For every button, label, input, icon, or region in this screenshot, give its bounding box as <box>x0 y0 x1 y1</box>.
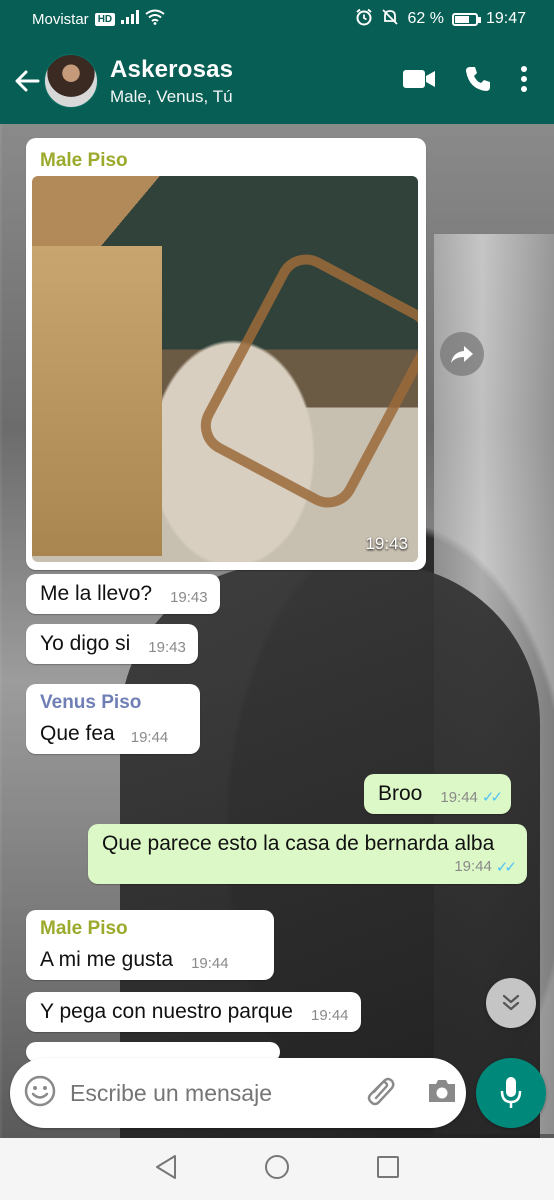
paperclip-icon <box>367 1077 395 1105</box>
message-time: 19:44 <box>310 1007 349 1024</box>
chat-participants: Male, Venus, Tú <box>110 86 233 106</box>
video-camera-icon <box>403 69 435 88</box>
video-call-button[interactable] <box>402 68 436 95</box>
message-bubble[interactable]: Me la llevo? 19:43 <box>26 574 220 614</box>
circle-home-icon <box>265 1154 289 1179</box>
message-text: Y pega con nuestro parque <box>40 1000 293 1023</box>
back-arrow-icon <box>15 70 40 92</box>
forward-button[interactable] <box>440 332 484 376</box>
mute-bell-icon <box>381 8 399 31</box>
camera-button[interactable] <box>426 1077 458 1110</box>
voice-call-button[interactable] <box>464 65 492 98</box>
message-time: 19:44 <box>454 858 492 875</box>
message-time: 19:43 <box>170 589 208 606</box>
microphone-icon <box>500 1077 522 1108</box>
message-photo[interactable]: 19:43 <box>32 176 418 562</box>
avatar[interactable] <box>44 54 98 108</box>
message-text: Que fea <box>40 722 115 745</box>
message-text: Me la llevo? <box>40 582 153 605</box>
hd-badge: HD <box>94 12 116 26</box>
message-bubble[interactable]: Yo digo si 19:43 <box>26 624 198 664</box>
voice-message-button[interactable] <box>476 1058 546 1128</box>
status-left: Movistar HD <box>32 9 165 29</box>
system-nav-bar <box>0 1138 554 1200</box>
scroll-to-bottom-button[interactable] <box>486 978 536 1028</box>
nav-back-button[interactable] <box>154 1154 178 1185</box>
battery-percent: 62 % <box>407 10 444 27</box>
image-message[interactable]: Male Piso 19:43 <box>26 138 426 570</box>
message-text: Yo digo si <box>40 632 131 655</box>
chat-header: Askerosas Male, Venus, Tú <box>0 38 554 124</box>
back-button[interactable] <box>12 61 42 101</box>
message-text: A mi me gusta <box>40 948 174 971</box>
message-bubble[interactable]: Y pega con nuestro parque 19:44 <box>26 992 361 1032</box>
message-composer <box>10 1058 466 1128</box>
outgoing-message-bubble[interactable]: Que parece esto la casa de bernarda alba… <box>88 824 527 884</box>
message-time: 19:44 <box>130 729 169 746</box>
message-text: Que parece esto la casa de bernarda alba <box>102 832 495 855</box>
outgoing-message-bubble[interactable]: Broo 19:44 ✓✓ <box>364 774 512 814</box>
alarm-icon <box>355 8 373 31</box>
read-ticks-icon: ✓✓ <box>495 859 517 876</box>
photo-box-shape <box>32 246 162 556</box>
attach-button[interactable] <box>366 1075 396 1112</box>
signal-icon <box>121 10 140 28</box>
message-time: 19:43 <box>365 534 408 553</box>
header-actions <box>402 65 528 98</box>
message-bubble[interactable]: Male Piso A mi me gusta 19:44 <box>26 910 274 980</box>
composer-actions <box>366 1075 458 1112</box>
message-time: 19:44 <box>440 789 478 806</box>
message-bubble[interactable]: Venus Piso Que fea 19:44 <box>26 684 200 754</box>
emoji-button[interactable] <box>24 1075 56 1112</box>
message-text: Broo <box>378 782 423 805</box>
chat-title: Askerosas <box>110 55 234 83</box>
phone-icon <box>466 66 490 91</box>
more-vertical-icon <box>521 65 527 92</box>
forward-icon <box>451 346 473 363</box>
nav-home-button[interactable] <box>264 1154 290 1185</box>
status-right: 62 % 19:47 <box>355 8 526 31</box>
chat-area[interactable]: Male Piso 19:43 Me la llevo? 19:43 Yo di… <box>0 124 554 1138</box>
clock: 19:47 <box>485 10 526 27</box>
emoji-icon <box>24 1075 56 1106</box>
carrier-name: Movistar <box>32 10 89 28</box>
message-input[interactable] <box>70 1079 366 1107</box>
battery-icon <box>451 12 481 26</box>
read-ticks-icon: ✓✓ <box>481 789 503 806</box>
wifi-icon <box>145 9 165 29</box>
triangle-back-icon <box>156 1154 176 1179</box>
camera-icon <box>429 1079 455 1102</box>
sender-name: Venus Piso <box>40 692 142 713</box>
more-options-button[interactable] <box>520 65 528 98</box>
sender-name: Male Piso <box>40 150 128 171</box>
chat-info[interactable]: Askerosas Male, Venus, Tú <box>110 56 402 107</box>
nav-recents-button[interactable] <box>376 1155 400 1184</box>
message-time: 19:43 <box>148 639 186 656</box>
message-time: 19:44 <box>191 955 229 972</box>
battery-fill <box>454 15 469 23</box>
double-chevron-down-icon <box>502 994 520 1011</box>
status-bar: Movistar HD 62 % 19:47 <box>0 0 554 38</box>
square-recents-icon <box>377 1155 399 1178</box>
photo-chair-shape <box>190 243 418 519</box>
sender-name: Male Piso <box>40 918 128 939</box>
